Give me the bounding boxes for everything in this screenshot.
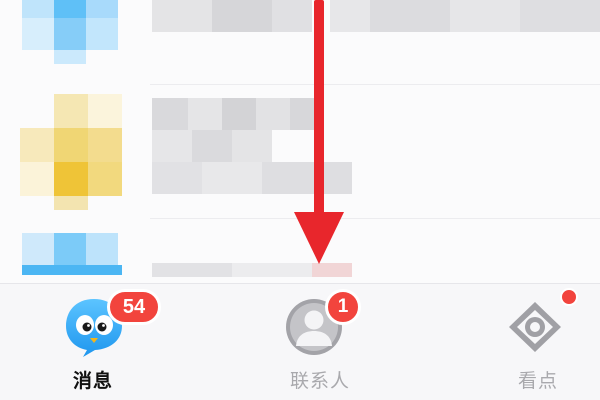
list-divider [150,218,600,219]
qq-main-screen: 54 消息 1 联系人 看点 [0,0,600,400]
tab-watch-label: 看点 [517,370,558,392]
tab-watch[interactable]: 看点 [468,284,600,400]
eye-icon [509,302,561,352]
annotation-arrow-head [294,212,344,264]
bottom-tab-bar: 54 消息 1 联系人 看点 [0,283,600,400]
tab-contacts[interactable]: 1 联系人 [250,284,390,400]
tab-messages[interactable]: 54 消息 [23,284,163,400]
conversation-item[interactable] [0,88,600,210]
list-divider [150,84,600,85]
tab-contacts-label: 联系人 [289,370,350,392]
watch-notification-dot [560,288,578,306]
annotation-arrow-shaft [314,0,324,220]
unread-count-badge: 54 [107,289,161,325]
conversation-item[interactable] [0,0,600,80]
tab-messages-label: 消息 [72,370,113,392]
new-contact-badge: 1 [325,289,361,325]
